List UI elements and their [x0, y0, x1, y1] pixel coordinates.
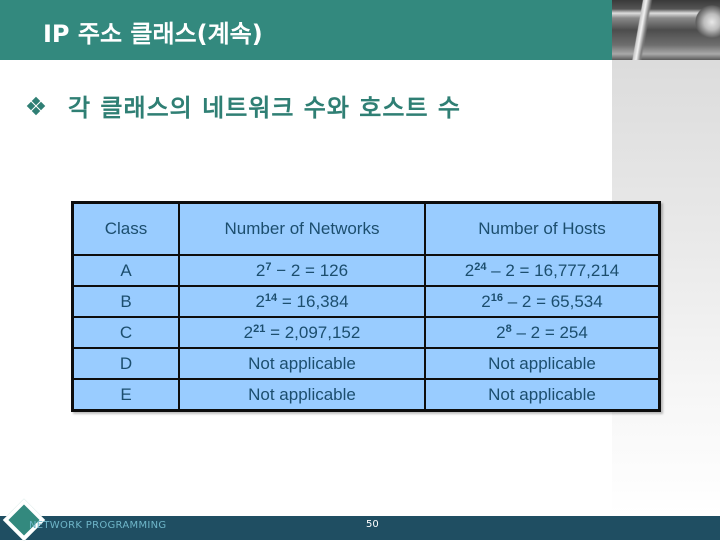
ip-class-table: Class Number of Networks Number of Hosts… — [71, 201, 661, 412]
cell-networks: Not applicable — [178, 378, 426, 412]
header-hosts: Number of Hosts — [424, 201, 661, 256]
table-row: B 214 = 16,384 216 – 2 = 65,534 — [71, 285, 661, 318]
formula-base: 2 — [243, 322, 254, 342]
formula-base: 2 — [496, 322, 506, 342]
cell-networks: 27 − 2 = 126 — [178, 254, 426, 287]
formula-rest: – 2 = 254 — [511, 322, 588, 342]
table-row: C 221 = 2,097,152 28 – 2 = 254 — [71, 316, 661, 349]
cell-hosts: Not applicable — [424, 347, 661, 380]
title-bar: IP 주소 클래스(계속) — [0, 0, 612, 60]
formula-rest: − 2 = 126 — [271, 260, 349, 280]
formula-exponent: 16 — [490, 291, 503, 304]
formula-rest: – 2 = 65,534 — [502, 291, 603, 311]
cell-networks: Not applicable — [178, 347, 426, 380]
subtitle-line: 각 클래스의 네트워크 수와 호스트 수 — [26, 88, 461, 123]
cell-class: C — [71, 316, 180, 349]
cell-class: B — [71, 285, 180, 318]
formula-exponent: 14 — [264, 291, 278, 304]
cell-networks: 221 = 2,097,152 — [178, 316, 426, 349]
formula-exponent: 24 — [474, 260, 487, 273]
formula-base: 2 — [255, 260, 266, 280]
formula-rest: = 16,384 — [277, 291, 349, 311]
page-number: 50 — [366, 519, 379, 530]
cell-hosts: Not applicable — [424, 378, 661, 412]
table-row: D Not applicable Not applicable — [71, 347, 661, 380]
table-row: A 27 − 2 = 126 224 – 2 = 16,777,214 — [71, 254, 661, 287]
diamond-bullet-icon — [26, 96, 46, 115]
formula-base: 2 — [464, 260, 475, 280]
formula-rest: = 2,097,152 — [265, 322, 361, 342]
cell-hosts: 28 – 2 = 254 — [424, 316, 661, 349]
cell-hosts: 216 – 2 = 65,534 — [424, 285, 661, 318]
cell-networks: 214 = 16,384 — [178, 285, 426, 318]
formula-base: 2 — [255, 291, 265, 311]
cell-class: A — [71, 254, 180, 287]
table-header-row: Class Number of Networks Number of Hosts — [71, 201, 661, 256]
formula-rest: – 2 = 16,777,214 — [486, 260, 620, 280]
footer-label: NETWORK PROGRAMMING — [29, 520, 167, 531]
table-row: E Not applicable Not applicable — [71, 378, 661, 412]
header-class: Class — [71, 201, 180, 256]
cell-class: D — [71, 347, 180, 380]
cell-hosts: 224 – 2 = 16,777,214 — [424, 254, 661, 287]
formula-base: 2 — [481, 291, 491, 311]
decorative-corner-image — [612, 0, 720, 60]
formula-exponent: 21 — [253, 322, 266, 335]
subtitle-text: 각 클래스의 네트워크 수와 호스트 수 — [68, 94, 461, 122]
slide-title: IP 주소 클래스(계속) — [43, 20, 263, 48]
header-networks: Number of Networks — [178, 201, 426, 256]
cell-class: E — [71, 378, 180, 412]
